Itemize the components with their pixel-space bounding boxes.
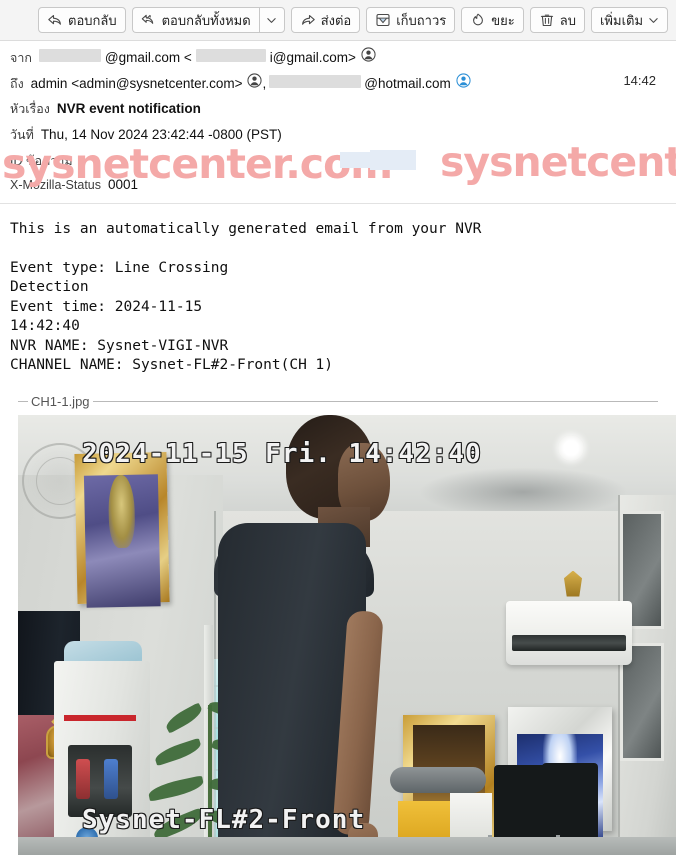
- chevron-down-icon: [267, 17, 276, 23]
- mozilla-status-label: X-Mozilla-Status: [10, 178, 101, 192]
- attachment-image[interactable]: 2024-11-15 Fri. 14:42:40 Sysnet-FL#2-Fro…: [18, 414, 676, 855]
- reply-button-label: ตอบกลับ: [68, 12, 117, 28]
- date-value: Thu, 14 Nov 2024 23:42:44 -0800 (PST): [40, 127, 282, 142]
- reply-button[interactable]: ตอบกลับ: [38, 7, 126, 33]
- body-line: Event time: 2024-11-15: [10, 298, 203, 315]
- scene-grey-roll: [390, 766, 486, 793]
- subject-value: NVR event notification: [56, 101, 201, 116]
- body-line: This is an automatically generated email…: [10, 221, 482, 237]
- from-label: จาก: [10, 51, 32, 65]
- archive-button-label: เก็บถาวร: [396, 12, 447, 28]
- from-address: i@gmail.com>: [269, 50, 356, 65]
- body-line: Detection: [10, 279, 89, 295]
- forward-button[interactable]: ส่งต่อ: [290, 7, 361, 33]
- scene-leaf: [163, 701, 205, 734]
- trash-icon: [539, 12, 555, 28]
- from-address-redaction: [195, 49, 266, 62]
- header-row-mozilla-status: X-Mozilla-Status 0001: [10, 177, 666, 203]
- body-line: NVR NAME: Sysnet-VIGI-NVR: [10, 337, 229, 354]
- date-label: วันที่: [10, 128, 34, 142]
- reply-all-button[interactable]: ตอบกลับทั้งหมด: [131, 7, 259, 33]
- message-toolbar: ตอบกลับ ตอบกลับทั้งหมด ส่งต่อ เก็บถาวร ข…: [0, 0, 676, 41]
- cctv-scene: 2024-11-15 Fri. 14:42:40 Sysnet-FL#2-Fro…: [18, 414, 676, 855]
- header-row-date: วันที่ Thu, 14 Nov 2024 23:42:44 -0800 (…: [10, 125, 666, 151]
- junk-button-label: ขยะ: [491, 12, 515, 28]
- message-time: 14:42: [623, 73, 656, 88]
- contact-avatar-icon-blue[interactable]: [456, 73, 471, 88]
- message-body: This is an automatically generated email…: [0, 204, 676, 855]
- attachment-filename[interactable]: CH1-1.jpg: [28, 394, 93, 409]
- more-button[interactable]: เพิ่มเติม: [590, 7, 669, 33]
- forward-icon: [300, 12, 316, 28]
- separator-dash-right: [92, 400, 658, 402]
- body-line: Event type: Line Crossing: [10, 259, 229, 276]
- scene-ac-vent: [512, 634, 626, 651]
- separator-dash-left: [18, 400, 28, 402]
- junk-icon: [470, 12, 486, 28]
- reply-all-dropdown-button[interactable]: [258, 7, 285, 33]
- subject-label: หัวเรื่อง: [10, 102, 50, 116]
- message-id-label: ID ข้อความ: [10, 154, 73, 168]
- to-recipient-primary: admin <admin@sysnetcenter.com>: [30, 76, 243, 91]
- header-row-from: จาก @gmail.com < i@gmail.com>: [10, 47, 666, 73]
- body-line: 14:42:40: [10, 318, 80, 334]
- reply-all-group: ตอบกลับทั้งหมด: [131, 7, 285, 33]
- message-header-block: จาก @gmail.com < i@gmail.com> ถึง admin …: [0, 41, 676, 204]
- to-separator: ,: [262, 76, 267, 91]
- contact-avatar-icon[interactable]: [247, 73, 263, 88]
- reply-icon: [47, 12, 63, 28]
- scene-painting-canvas: [83, 474, 161, 608]
- header-row-message-id: ID ข้อความ: [10, 151, 666, 177]
- body-line: CHANNEL NAME: Sysnet-FL#2-Front(CH 1): [10, 357, 334, 373]
- reply-all-icon: [141, 12, 157, 28]
- header-row-subject: หัวเรื่อง NVR event notification: [10, 99, 666, 125]
- to-recipient-redaction: [269, 75, 362, 88]
- to-label: ถึง: [10, 77, 24, 91]
- scene-air-conditioner: [506, 600, 632, 665]
- header-row-to: ถึง admin <admin@sysnetcenter.com> , @ho…: [10, 73, 666, 99]
- scene-floor: [18, 836, 676, 855]
- junk-button[interactable]: ขยะ: [461, 7, 524, 33]
- scene-leaf: [153, 737, 203, 766]
- delete-button[interactable]: ลบ: [529, 7, 585, 33]
- forward-button-label: ส่งต่อ: [320, 12, 352, 28]
- from-name-redaction: [38, 49, 101, 62]
- scene-dispenser-stripe: [64, 714, 136, 721]
- reply-all-button-label: ตอบกลับทั้งหมด: [161, 12, 251, 28]
- scene-leaf: [147, 774, 205, 802]
- scene-downlight-1: [558, 434, 584, 461]
- chevron-down-icon: [649, 17, 658, 23]
- scene-dispenser-tap-cold: [104, 758, 118, 799]
- email-reader-window: ตอบกลับ ตอบกลับทั้งหมด ส่งต่อ เก็บถาวร ข…: [0, 0, 676, 866]
- archive-icon: [375, 12, 391, 28]
- archive-button[interactable]: เก็บถาวร: [366, 7, 456, 33]
- to-recipient-secondary: @hotmail.com: [364, 76, 451, 91]
- more-button-label: เพิ่มเติม: [599, 12, 644, 28]
- contact-avatar-icon[interactable]: [361, 47, 376, 62]
- attachment-separator: CH1-1.jpg: [18, 394, 658, 409]
- delete-button-label: ลบ: [559, 12, 576, 28]
- mozilla-status-value: 0001: [108, 177, 139, 192]
- scene-dispenser-tap-hot: [76, 758, 90, 799]
- scene-painting-gold-left: [74, 451, 170, 608]
- from-domain: @gmail.com <: [104, 50, 192, 65]
- scene-ceiling-shadow: [418, 466, 628, 517]
